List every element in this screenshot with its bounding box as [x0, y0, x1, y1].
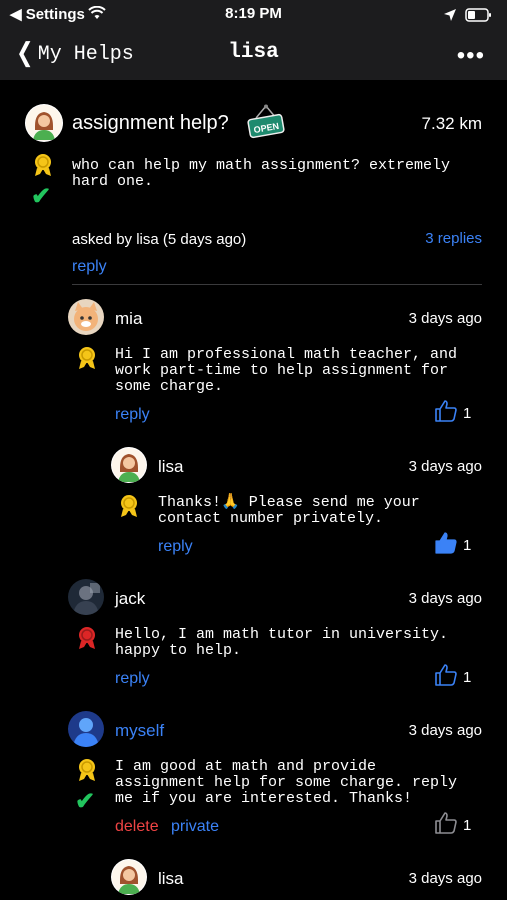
private-button[interactable]: private	[171, 818, 219, 836]
status-bar: ◀ Settings 8:19 PM	[0, 0, 507, 28]
reply-body: Hi I am professional math teacher, and w…	[115, 346, 458, 395]
reply-author: mia	[115, 309, 143, 328]
medal-icon	[76, 757, 98, 783]
thumbs-up-icon[interactable]	[434, 399, 458, 423]
reply-time: 3 days ago	[408, 458, 482, 475]
question-reply-button[interactable]: reply	[72, 258, 107, 276]
reply-body: I am good at math and provide assignment…	[115, 758, 458, 807]
check-icon: ✔	[75, 788, 96, 815]
reply-button[interactable]: reply	[115, 670, 150, 688]
thumbs-up-icon[interactable]	[434, 663, 458, 687]
like-count: 1	[463, 669, 472, 686]
avatar[interactable]	[68, 299, 104, 335]
open-sign-icon: OPEN	[246, 104, 286, 145]
reply-time: 3 days ago	[408, 310, 482, 327]
medal-icon	[118, 493, 140, 519]
more-options-button[interactable]: •••	[457, 42, 485, 70]
location-icon	[443, 9, 456, 22]
reply-time: 3 days ago	[408, 590, 482, 607]
check-icon: ✔	[31, 183, 52, 210]
page-title: lisa	[228, 41, 279, 64]
avatar[interactable]	[68, 579, 104, 615]
thumbs-up-filled-icon[interactable]	[434, 531, 458, 555]
navigation-bar: ❮ My Helps lisa •••	[0, 28, 507, 80]
reply-author: lisa	[158, 457, 184, 476]
like-count: 1	[463, 817, 472, 834]
status-icons	[443, 6, 493, 23]
avatar[interactable]	[111, 447, 147, 483]
like-count: 1	[463, 405, 472, 422]
medal-icon	[76, 345, 98, 371]
reply-author: lisa	[158, 869, 184, 888]
question-title: assignment help?	[72, 112, 229, 134]
question-body: who can help my math assignment? extreme…	[72, 157, 451, 190]
reply-author: myself	[115, 721, 165, 740]
divider	[72, 284, 482, 285]
reply-author: jack	[115, 589, 146, 608]
delete-button[interactable]: delete	[115, 818, 159, 836]
reply-body: Thanks!🙏 Please send me your contact num…	[158, 494, 420, 527]
distance: 7.32 km	[421, 114, 482, 133]
reply-button[interactable]: reply	[158, 538, 193, 556]
like-count: 1	[463, 537, 472, 554]
medal-icon	[76, 625, 98, 651]
reply-time: 3 days ago	[408, 722, 482, 739]
status-time: 8:19 PM	[225, 5, 282, 22]
replies-count-link[interactable]: 3 replies	[425, 230, 482, 247]
medal-icon	[32, 152, 54, 178]
avatar[interactable]	[68, 711, 104, 747]
avatar[interactable]	[111, 859, 147, 895]
asked-by: asked by lisa (5 days ago)	[72, 231, 247, 248]
thumbs-up-icon	[434, 811, 458, 835]
reply-body: Hello, I am math tutor in university. ha…	[115, 626, 449, 659]
reply-button[interactable]: reply	[115, 406, 150, 424]
battery-icon	[465, 8, 491, 22]
reply-time: 3 days ago	[408, 870, 482, 887]
avatar[interactable]	[25, 104, 63, 142]
